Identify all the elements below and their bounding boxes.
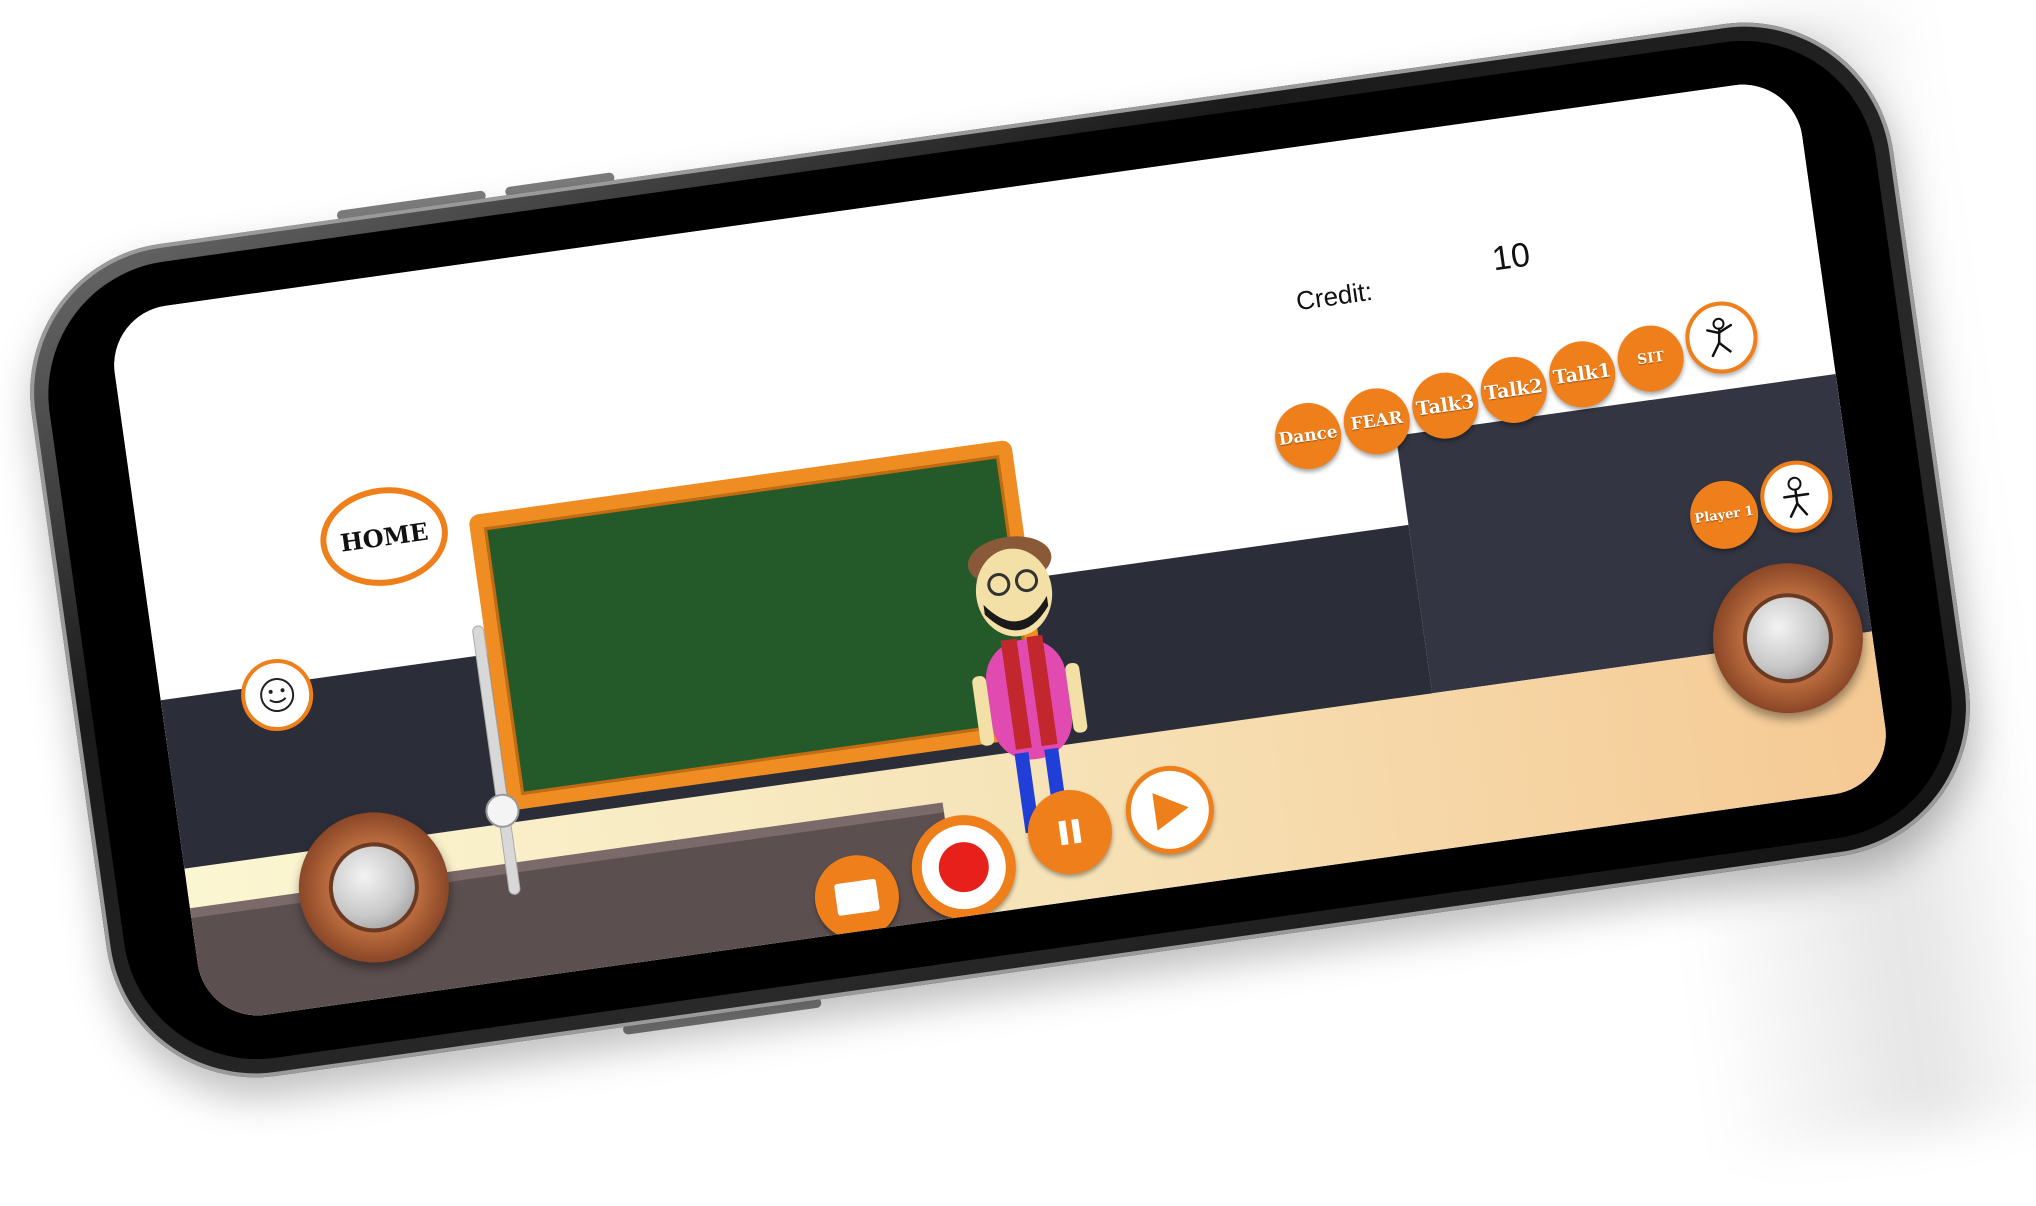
action-talk1-label: Talk1 — [1551, 359, 1613, 390]
left-joystick-knob[interactable] — [323, 836, 425, 939]
player-select-label: Player 1 — [1693, 503, 1755, 527]
right-joystick-knob[interactable] — [1737, 587, 1839, 690]
smiley-face-icon-graphic — [260, 678, 295, 713]
dancing-stick-figure-graphic — [1706, 317, 1733, 358]
action-talk2-label: Talk2 — [1483, 375, 1545, 405]
action-dance-label: Dance — [1277, 421, 1339, 451]
record-icon-dot — [935, 838, 993, 896]
action-talk3-label: Talk3 — [1414, 390, 1476, 421]
stick-figure-graphic — [1783, 476, 1810, 518]
stop-icon — [817, 857, 897, 937]
pause-icon — [1030, 792, 1110, 872]
pause-icon-graphic — [1058, 818, 1082, 846]
record-icon — [916, 819, 1012, 915]
action-sit-label: SIT — [1636, 348, 1666, 369]
stop-icon-square — [833, 878, 880, 917]
home-button-label: HOME — [338, 516, 430, 558]
action-fear-label: FEAR — [1349, 407, 1405, 435]
credit-value: 10 — [1489, 235, 1533, 279]
play-icon — [1152, 793, 1189, 831]
